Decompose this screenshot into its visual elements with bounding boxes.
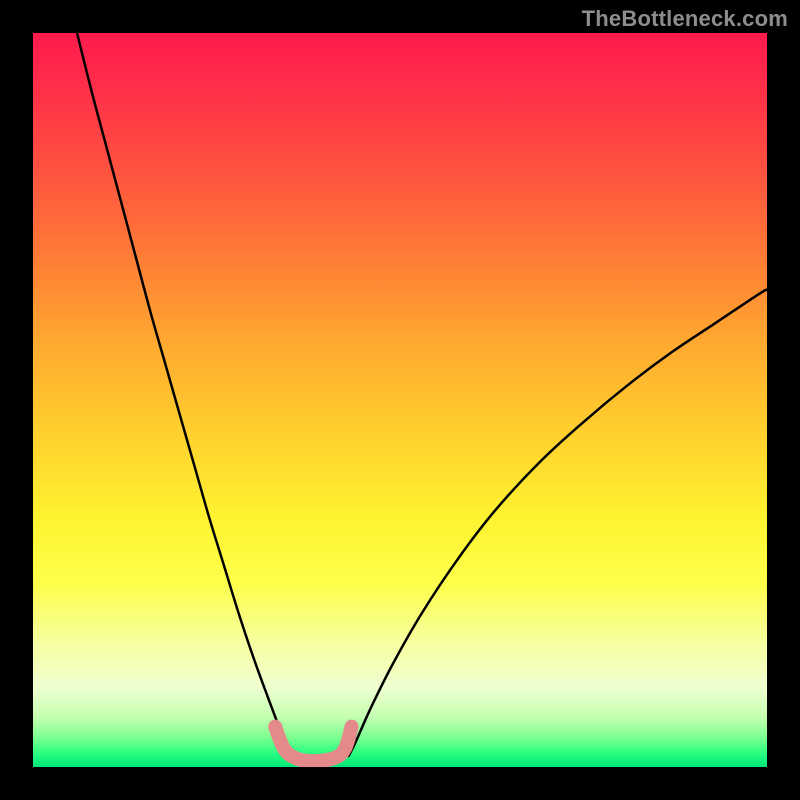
chart-frame: TheBottleneck.com [0, 0, 800, 800]
watermark-text: TheBottleneck.com [582, 6, 788, 32]
chart-curves-svg [33, 33, 767, 767]
chart-right-curve [349, 290, 767, 756]
chart-left-curve [77, 33, 290, 756]
chart-plot-area [33, 33, 767, 767]
chart-valley-accent [275, 727, 351, 762]
